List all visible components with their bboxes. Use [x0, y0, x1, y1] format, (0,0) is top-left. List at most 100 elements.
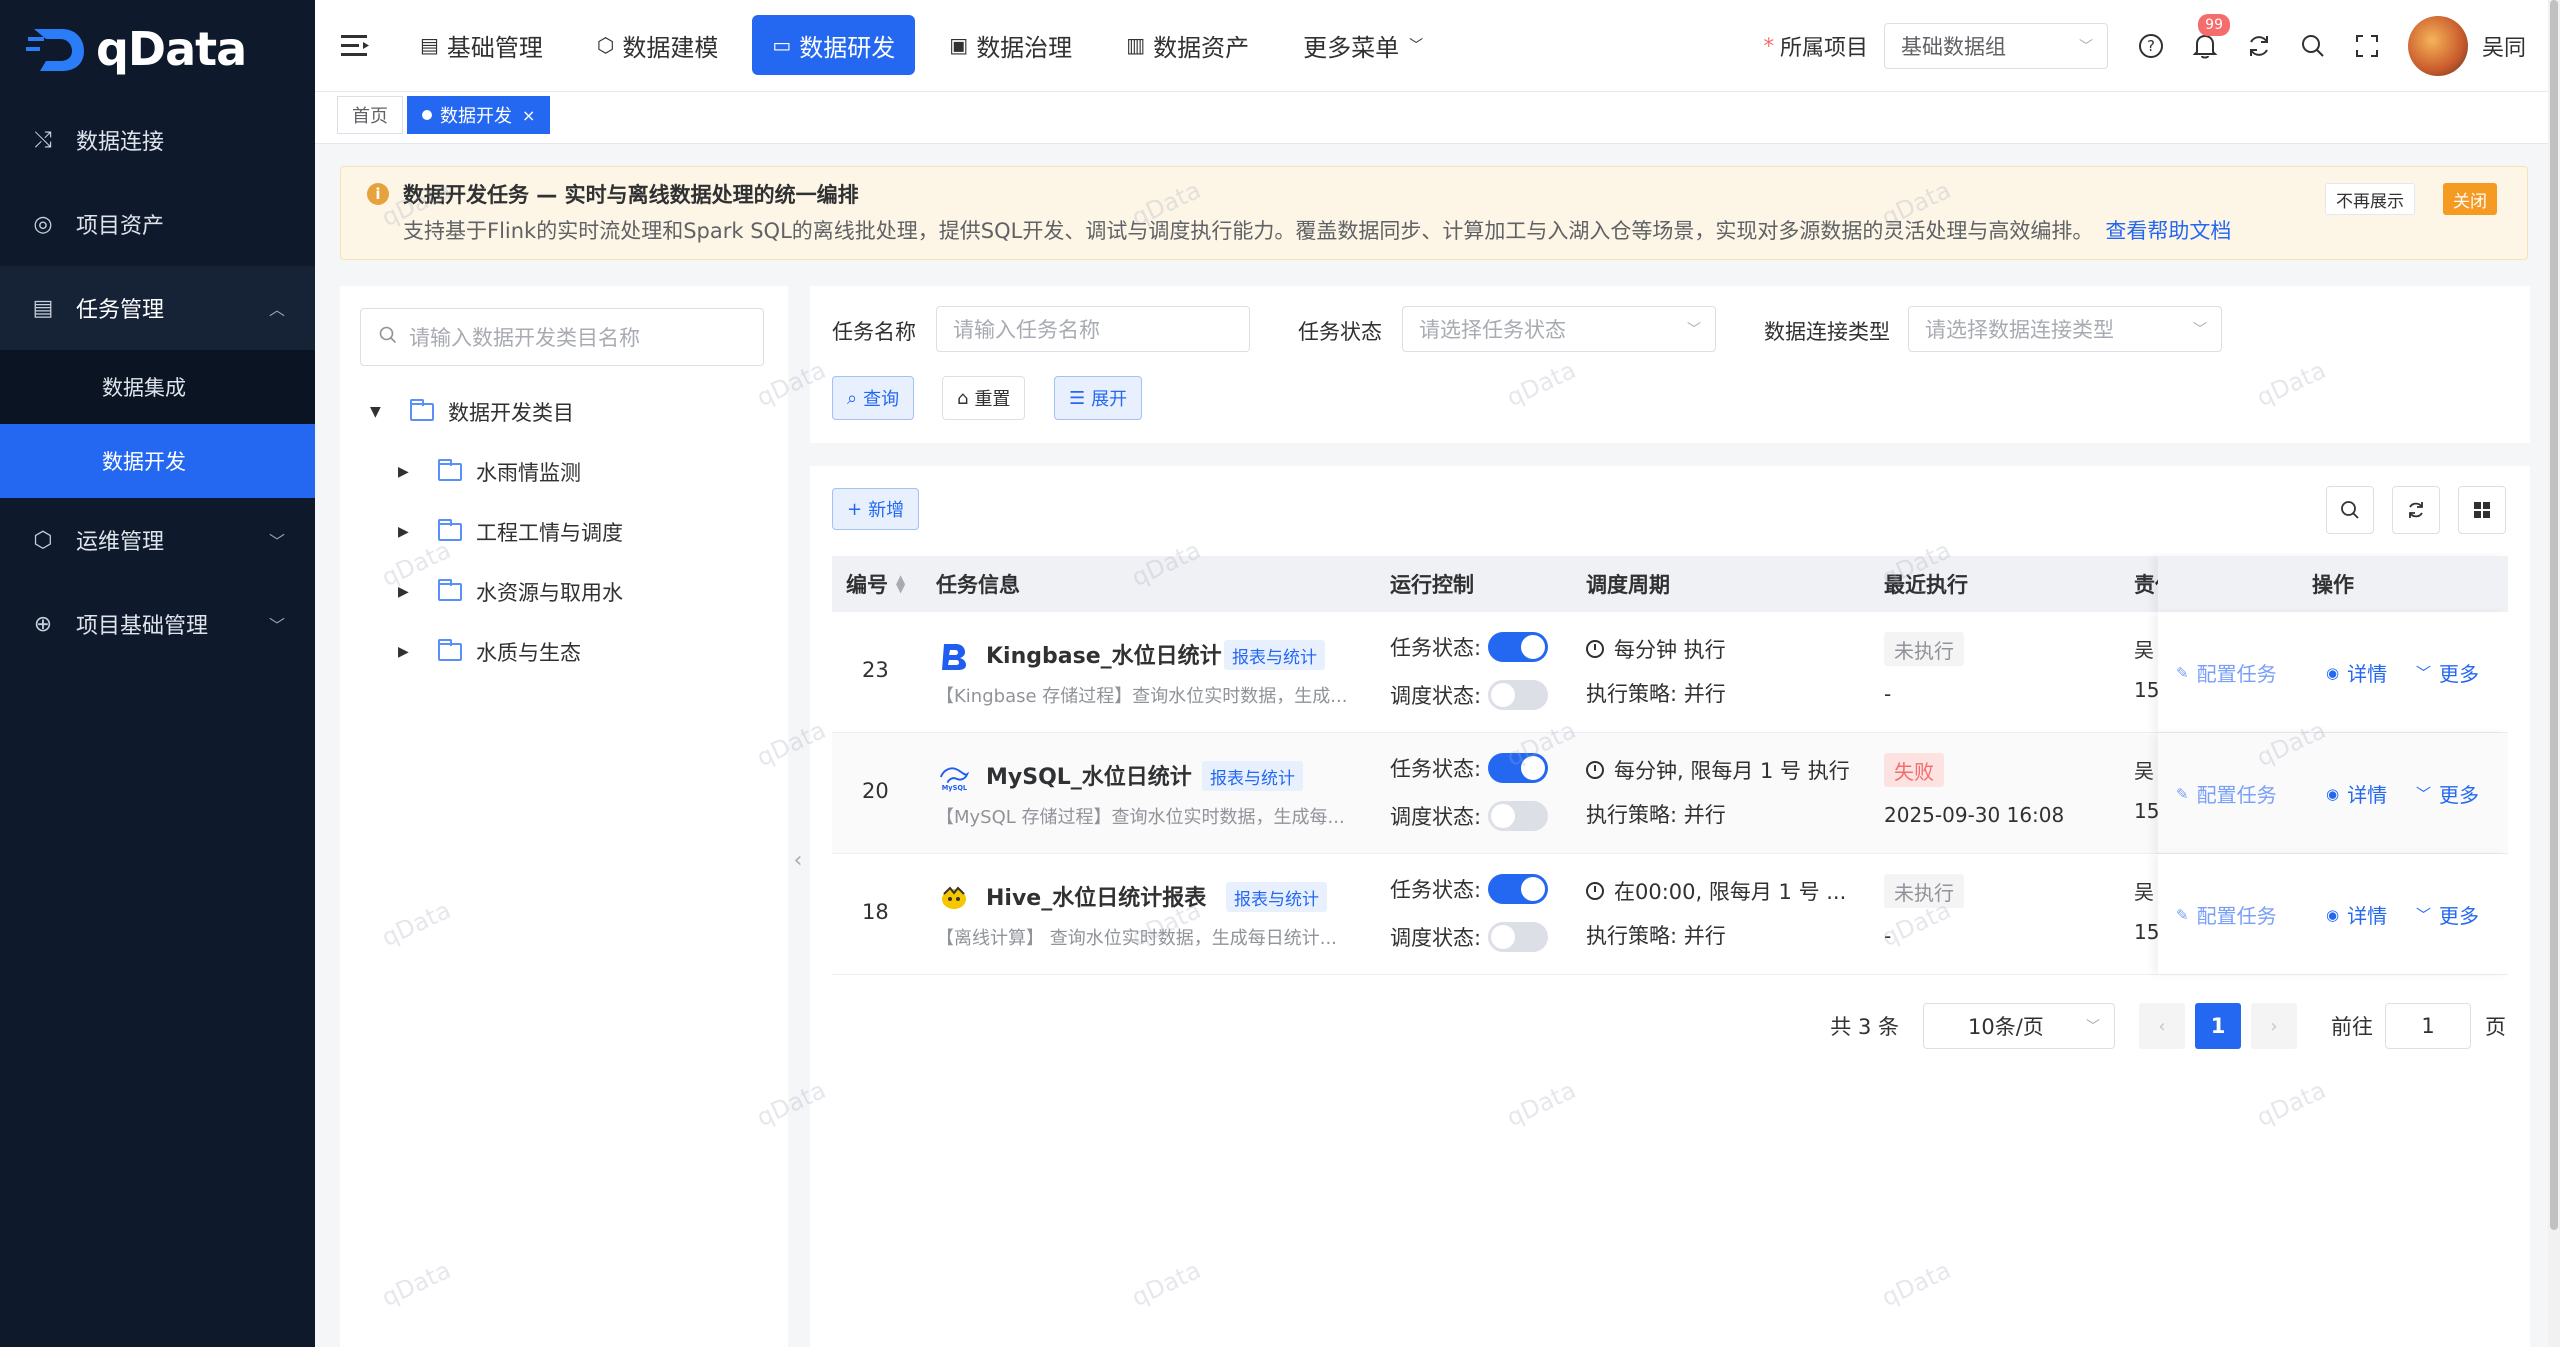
- sort-icon[interactable]: ▲ ▼: [896, 573, 905, 594]
- fullscreen-icon[interactable]: [2340, 34, 2394, 58]
- nav-basic-management[interactable]: ▤ 基础管理: [400, 15, 563, 75]
- svg-text:MySQL: MySQL: [942, 784, 968, 792]
- page-size-select[interactable]: 10条/页 ﹀: [1923, 1003, 2115, 1049]
- nav-data-assets[interactable]: ▥ 数据资产: [1106, 15, 1269, 75]
- tree-node[interactable]: ▶ 水资源与取用水: [398, 572, 623, 612]
- menu-toggle-icon[interactable]: [341, 33, 371, 59]
- task-name-input[interactable]: 请输入任务名称: [936, 306, 1250, 352]
- select-placeholder: 请选择任务状态: [1419, 318, 1566, 342]
- nav-data-development[interactable]: ▭ 数据研发: [752, 15, 916, 75]
- tree-node-label: 数据开发类目: [448, 401, 574, 425]
- table-search-button[interactable]: [2326, 486, 2374, 534]
- task-name[interactable]: Hive_水位日统计报表: [986, 880, 1206, 912]
- expand-button[interactable]: ☰ 展开: [1054, 376, 1143, 420]
- schedule-status-toggle[interactable]: [1488, 680, 1548, 710]
- toggle-knob: [1491, 804, 1515, 828]
- tree-node[interactable]: ▶ 工程工情与调度: [398, 512, 623, 552]
- task-status-toggle[interactable]: [1488, 874, 1548, 904]
- sidebar-item-ops-management[interactable]: ⬡ 运维管理 ﹀: [0, 498, 315, 582]
- close-notice-button[interactable]: 关闭: [2443, 183, 2497, 215]
- table-refresh-button[interactable]: [2392, 486, 2440, 534]
- reset-button[interactable]: ⌂ 重置: [942, 376, 1026, 420]
- toggle-knob: [1521, 756, 1545, 780]
- panel-collapse-handle[interactable]: ‹: [788, 820, 808, 900]
- edit-icon: ✎: [2176, 905, 2189, 924]
- bell-icon[interactable]: 99: [2178, 14, 2232, 60]
- detail-link[interactable]: ◉ 详情: [2326, 779, 2387, 808]
- app-logo[interactable]: qData: [0, 0, 315, 98]
- caret-right-icon[interactable]: ▶: [398, 464, 418, 480]
- project-select[interactable]: 基础数据组 ﹀: [1883, 23, 2108, 69]
- search-icon[interactable]: [2286, 33, 2340, 59]
- page-number-current[interactable]: 1: [2195, 1003, 2241, 1049]
- column-header-id[interactable]: 编号 ▲ ▼: [846, 556, 905, 612]
- prev-page-button[interactable]: ‹: [2139, 1003, 2185, 1049]
- tree-node[interactable]: ▶ 水质与生态: [398, 632, 581, 672]
- config-task-link[interactable]: ✎ 配置任务: [2176, 779, 2277, 808]
- tree-root[interactable]: ▼ 数据开发类目: [370, 392, 574, 432]
- task-name[interactable]: Kingbase_水位日统计: [986, 638, 1222, 670]
- sidebar-item-project-assets[interactable]: ◎ 项目资产: [0, 182, 315, 266]
- chevron-down-icon: ﹀: [2086, 1019, 2100, 1035]
- username[interactable]: 吴同: [2482, 30, 2526, 62]
- toggle-knob: [1491, 683, 1515, 707]
- scrollbar-thumb[interactable]: [2550, 0, 2558, 1230]
- kingbase-logo-icon: [938, 640, 970, 672]
- caret-right-icon[interactable]: ▶: [398, 524, 418, 540]
- tree-node[interactable]: ▶ 水雨情监测: [398, 452, 581, 492]
- help-doc-link[interactable]: 查看帮助文档: [2105, 219, 2231, 243]
- task-name[interactable]: MySQL_水位日统计: [986, 759, 1192, 791]
- sidebar-item-data-integration[interactable]: 数据集成: [0, 350, 315, 424]
- query-button[interactable]: ⌕ 查询: [832, 376, 915, 420]
- chevron-down-icon: ﹀: [2416, 785, 2432, 803]
- category-search-input[interactable]: 请输入数据开发类目名称: [360, 308, 764, 366]
- tab-data-development[interactable]: 数据开发 ×: [407, 96, 551, 134]
- more-link[interactable]: ﹀ 更多: [2416, 658, 2479, 687]
- link-label: 更多: [2439, 662, 2480, 686]
- close-icon[interactable]: ×: [522, 106, 535, 125]
- schedule-status-toggle[interactable]: [1488, 801, 1548, 831]
- folder-icon: [438, 579, 462, 601]
- schedule-status-label: 调度状态:: [1390, 684, 1482, 708]
- task-status-toggle[interactable]: [1488, 632, 1548, 662]
- nav-data-governance[interactable]: ▣ 数据治理: [929, 15, 1092, 75]
- sidebar-item-data-connection[interactable]: ⤭ 数据连接: [0, 98, 315, 182]
- last-run-time: 2025-09-30 16:08: [1884, 803, 2065, 827]
- add-task-button[interactable]: + 新增: [832, 488, 920, 530]
- column-settings-button[interactable]: [2458, 486, 2506, 534]
- caret-right-icon[interactable]: ▶: [398, 584, 418, 600]
- page-scrollbar[interactable]: [2548, 0, 2560, 1347]
- select-placeholder: 请选择数据连接类型: [1925, 318, 2114, 342]
- schedule-policy: 执行策略: 并行: [1586, 682, 1726, 706]
- nav-data-modeling[interactable]: ⬡ 数据建模: [577, 15, 738, 75]
- sidebar-item-data-development[interactable]: 数据开发: [0, 424, 315, 498]
- notification-badge: 99: [2198, 14, 2230, 36]
- status-badge: 未执行: [1884, 874, 1964, 908]
- top-header: ▤ 基础管理 ⬡ 数据建模 ▭ 数据研发 ▣ 数据治理 ▥ 数据资产 更多菜单 ﹀ * 所属…: [315, 0, 2560, 92]
- next-page-button[interactable]: ›: [2251, 1003, 2297, 1049]
- owner-name: 吴: [2134, 880, 2154, 904]
- nav-more-menu[interactable]: 更多菜单 ﹀: [1283, 15, 1443, 75]
- schedule-status-toggle[interactable]: [1488, 922, 1548, 952]
- more-link[interactable]: ﹀ 更多: [2416, 900, 2479, 929]
- caret-right-icon[interactable]: ▶: [398, 644, 418, 660]
- detail-link[interactable]: ◉ 详情: [2326, 658, 2387, 687]
- detail-link[interactable]: ◉ 详情: [2326, 900, 2387, 929]
- config-task-link[interactable]: ✎ 配置任务: [2176, 658, 2277, 687]
- pagination-total: 共 3 条: [1830, 1015, 1899, 1039]
- avatar[interactable]: [2407, 16, 2468, 76]
- tab-home[interactable]: 首页: [337, 96, 403, 134]
- help-icon[interactable]: ?: [2124, 33, 2178, 59]
- more-link[interactable]: ﹀ 更多: [2416, 779, 2479, 808]
- caret-down-icon[interactable]: ▼: [370, 404, 390, 420]
- sidebar-item-task-management[interactable]: ▤ 任务管理 ︿: [0, 266, 315, 350]
- sidebar-item-project-base[interactable]: ⊕ 项目基础管理 ﹀: [0, 582, 315, 666]
- refresh-icon[interactable]: [2232, 33, 2286, 59]
- task-status-select[interactable]: 请选择任务状态 ﹀: [1402, 306, 1716, 352]
- conn-type-select[interactable]: 请选择数据连接类型 ﹀: [1908, 306, 2222, 352]
- dont-show-again-button[interactable]: 不再展示: [2325, 183, 2415, 215]
- config-task-link[interactable]: ✎ 配置任务: [2176, 900, 2277, 929]
- task-id: 23: [862, 658, 889, 682]
- task-status-toggle[interactable]: [1488, 753, 1548, 783]
- goto-page-input[interactable]: 1: [2385, 1003, 2471, 1049]
